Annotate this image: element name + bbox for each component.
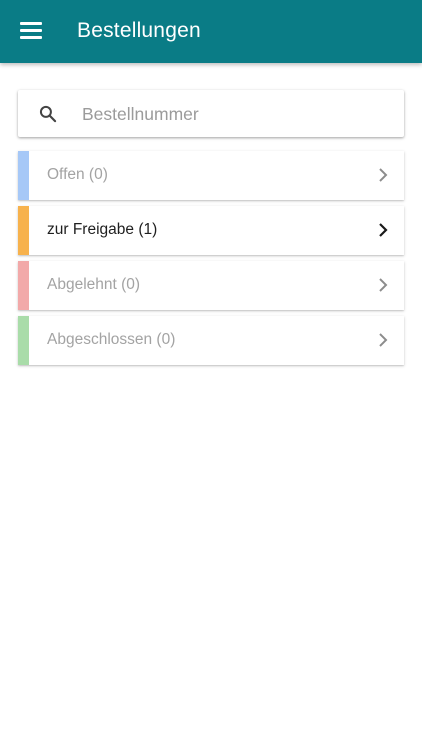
status-item-abgeschlossen[interactable]: Abgeschlossen (0) xyxy=(18,316,404,365)
search-box xyxy=(18,90,404,137)
status-item-label: Abgeschlossen (0) xyxy=(47,331,176,348)
status-color-bar xyxy=(18,206,29,255)
status-list: Offen (0) zur Freigabe (1) Abgelehnt (0)… xyxy=(18,151,404,371)
chevron-right-icon xyxy=(379,278,388,292)
page-title: Bestellungen xyxy=(77,19,201,42)
status-item-zur-freigabe[interactable]: zur Freigabe (1) xyxy=(18,206,404,255)
chevron-right-icon xyxy=(379,168,388,182)
search-icon[interactable] xyxy=(38,104,58,124)
status-color-bar xyxy=(18,261,29,310)
status-item-label: Abgelehnt (0) xyxy=(47,276,141,293)
search-input[interactable] xyxy=(80,98,394,131)
chevron-right-icon xyxy=(379,333,388,347)
menu-icon[interactable] xyxy=(20,22,42,40)
chevron-right-icon xyxy=(379,223,388,237)
status-item-abgelehnt[interactable]: Abgelehnt (0) xyxy=(18,261,404,310)
status-item-offen[interactable]: Offen (0) xyxy=(18,151,404,200)
status-color-bar xyxy=(18,151,29,200)
status-item-label: zur Freigabe (1) xyxy=(47,221,158,238)
status-item-label: Offen (0) xyxy=(47,166,108,183)
status-color-bar xyxy=(18,316,29,365)
app-bar: Bestellungen xyxy=(0,0,422,63)
